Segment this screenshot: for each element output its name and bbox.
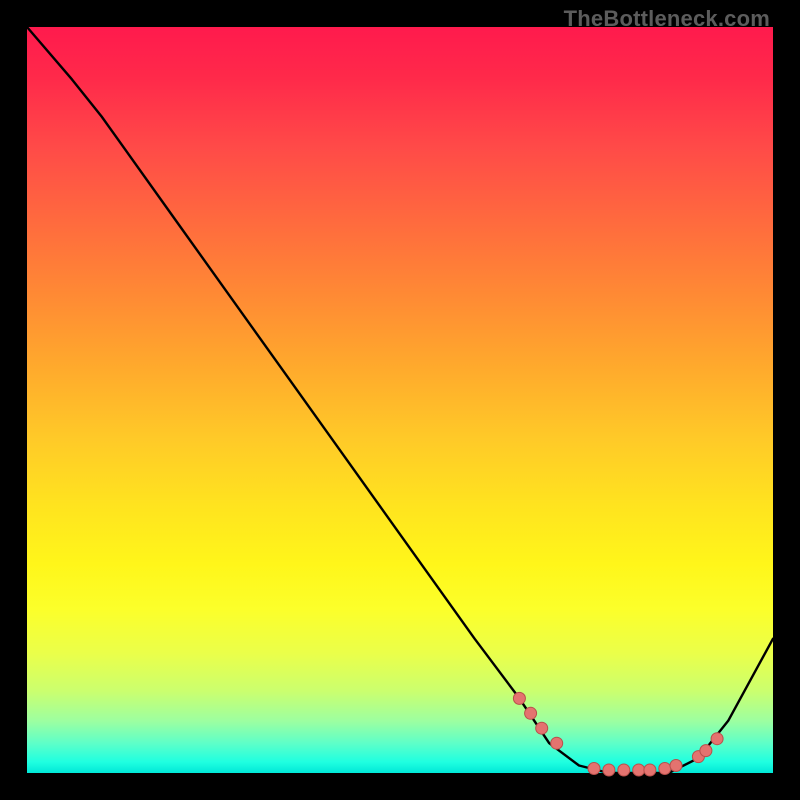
chart-stage: TheBottleneck.com [0,0,800,800]
highlight-dot [659,763,671,775]
highlight-dot [603,764,615,776]
plot-area [27,27,773,773]
highlight-dot [618,764,630,776]
highlight-dot [644,764,656,776]
highlight-dot [513,692,525,704]
highlight-dot [525,707,537,719]
highlight-dot [700,745,712,757]
highlight-dot [536,722,548,734]
bottleneck-curve-path [27,27,773,773]
highlight-dot [551,737,563,749]
highlight-dot [670,760,682,772]
highlight-dot [588,763,600,775]
highlight-dot [711,733,723,745]
highlight-dot [633,764,645,776]
highlight-dots-group [513,692,723,776]
chart-svg [27,27,773,773]
